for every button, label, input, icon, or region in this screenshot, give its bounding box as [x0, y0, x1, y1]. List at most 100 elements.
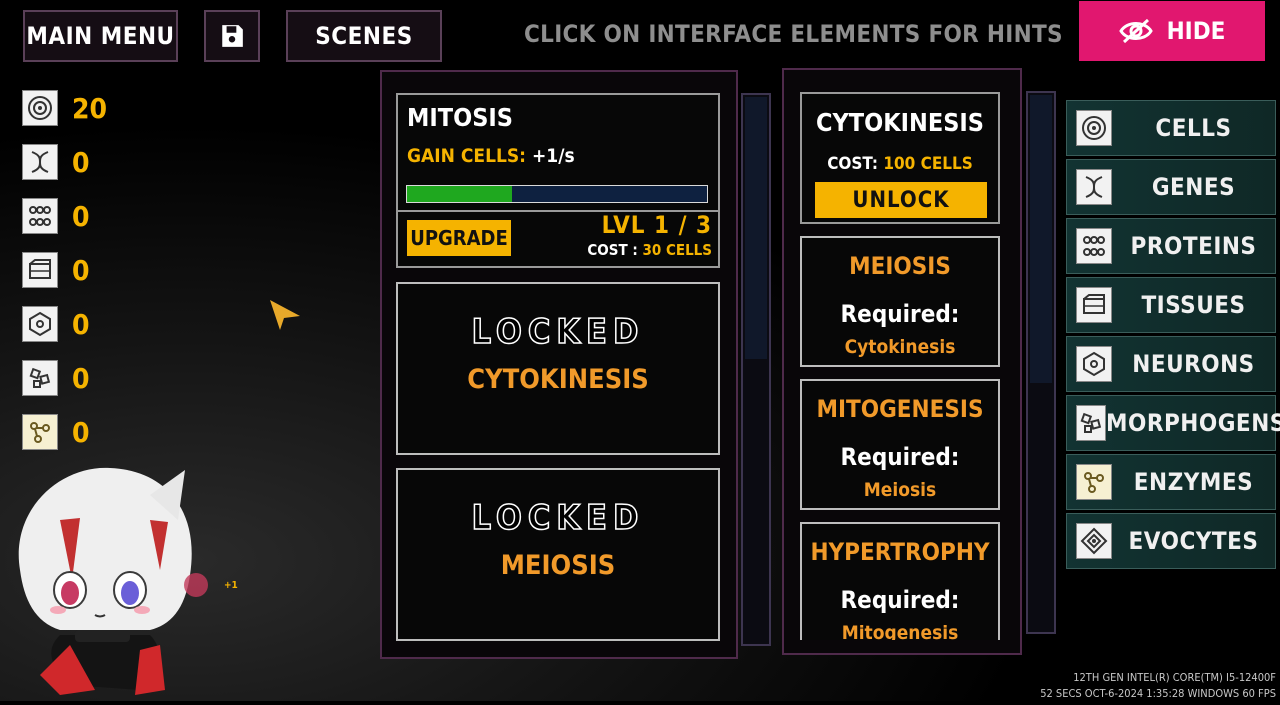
resource-value: 20 [72, 91, 108, 125]
category-cells[interactable]: CELLS [1066, 100, 1276, 156]
morphogen-icon [1076, 405, 1106, 441]
category-label: EVOCYTES [1128, 527, 1259, 555]
resource-proteins[interactable]: 0 [22, 197, 162, 235]
morphogen-icon [22, 360, 58, 396]
scroll-thumb[interactable] [745, 97, 767, 359]
unlocks-panel: CYTOKINESIS COST: 100 CELLS UNLOCK MEIOS… [782, 68, 1022, 655]
mitosis-card: MITOSIS GAIN CELLS: +1/s UPGRADE LVL 1 /… [396, 93, 720, 268]
dna-icon [22, 144, 58, 180]
protein-icon [1076, 228, 1112, 264]
unlock-card-meiosis[interactable]: MEIOSIS Required: Cytokinesis [800, 236, 1000, 367]
category-label: TISSUES [1141, 291, 1246, 319]
resource-morphogens[interactable]: 0 [22, 359, 162, 397]
category-tissues[interactable]: TISSUES [1066, 277, 1276, 333]
neuron-icon [22, 306, 58, 342]
cytokinesis-title: CYTOKINESIS [816, 108, 984, 137]
unlock-card-mitogenesis[interactable]: MITOGENESIS Required: Meiosis [800, 379, 1000, 510]
enzyme-icon [1076, 464, 1112, 500]
main-menu-button[interactable]: MAIN MENU [23, 10, 178, 62]
gain-value: +1/s [531, 145, 575, 167]
main-menu-label: MAIN MENU [26, 22, 175, 50]
locked-card-meiosis[interactable]: LOCKED MEIOSIS [396, 468, 720, 641]
category-label: MORPHOGENS [1106, 409, 1280, 437]
system-stats: 52 SECS OCT-6-2024 1:35:28 WINDOWS 60 FP… [1040, 687, 1276, 700]
upgrade-label: UPGRADE [410, 226, 508, 250]
resource-value: 0 [72, 307, 90, 341]
category-label: ENZYMES [1133, 468, 1254, 496]
protein-icon [22, 198, 58, 234]
resource-genes[interactable]: 0 [22, 143, 162, 181]
unlock-label: UNLOCK [852, 187, 950, 213]
category-proteins[interactable]: PROTEINS [1066, 218, 1276, 274]
gain-text: GAIN CELLS: +1/s [407, 145, 575, 167]
scroll-thumb[interactable] [1030, 95, 1052, 383]
progress-bar [406, 185, 708, 203]
resource-tissues[interactable]: 0 [22, 251, 162, 289]
unlock-title: MITOGENESIS [816, 395, 984, 423]
upgrades-panel: MITOSIS GAIN CELLS: +1/s UPGRADE LVL 1 /… [380, 70, 738, 659]
category-label: CELLS [1155, 114, 1232, 142]
resource-cells[interactable]: 20 [22, 89, 162, 127]
cost-value: 30 CELLS [642, 241, 712, 259]
scenes-button[interactable]: SCENES [286, 10, 442, 62]
tissue-icon [22, 252, 58, 288]
system-cpu-info: 12TH GEN INTEL(R) CORE(TM) I5-12400F [1073, 671, 1276, 684]
tissue-icon [1076, 287, 1112, 323]
cell-icon [1076, 110, 1112, 146]
upgrade-button[interactable]: UPGRADE [407, 220, 511, 256]
neuron-icon [1076, 346, 1112, 382]
cost-text: COST : 30 CELLS [587, 241, 712, 259]
save-button[interactable] [204, 10, 260, 62]
unlock-title: MEIOSIS [849, 252, 951, 280]
resource-value: 0 [72, 199, 90, 233]
resource-value: 0 [72, 361, 90, 395]
category-genes[interactable]: GENES [1066, 159, 1276, 215]
resource-value: 0 [72, 415, 90, 449]
level-text: LVL 1 / 3 [601, 211, 712, 239]
locked-card-cytokinesis[interactable]: LOCKED CYTOKINESIS [396, 282, 720, 455]
unlock-card-hypertrophy[interactable]: HYPERTROPHY Required: Mitogenesis [800, 522, 1000, 640]
plus-one-popup: +1 [224, 580, 238, 591]
required-label: Required: [840, 443, 960, 471]
resource-enzymes[interactable]: 0 [22, 413, 162, 451]
cytokinesis-card: CYTOKINESIS COST: 100 CELLS UNLOCK [800, 92, 1000, 224]
cost-value: 100 CELLS [883, 154, 973, 174]
locked-label: LOCKED [471, 311, 645, 353]
cytokinesis-cost: COST: 100 CELLS [802, 154, 998, 174]
category-enzymes[interactable]: ENZYMES [1066, 454, 1276, 510]
locked-name: MEIOSIS [500, 550, 616, 581]
locked-name: CYTOKINESIS [467, 364, 649, 395]
enzyme-icon [22, 414, 58, 450]
locked-label: LOCKED [471, 497, 645, 539]
hide-button[interactable]: HIDE [1079, 1, 1265, 61]
eye-slash-icon [1118, 18, 1153, 44]
unlock-title: HYPERTROPHY [810, 538, 990, 566]
required-value: Cytokinesis [844, 336, 956, 358]
scenes-label: SCENES [315, 22, 413, 50]
cost-label: COST: [827, 154, 879, 174]
gain-label: GAIN CELLS: [407, 145, 527, 167]
required-value: Meiosis [863, 479, 937, 501]
dna-icon [1076, 169, 1112, 205]
category-label: GENES [1151, 173, 1236, 201]
resource-neurons[interactable]: 0 [22, 305, 162, 343]
category-evocytes[interactable]: EVOCYTES [1066, 513, 1276, 569]
resource-value: 0 [72, 253, 90, 287]
unlock-button[interactable]: UNLOCK [815, 182, 987, 218]
unlocks-scrollbar[interactable] [1026, 91, 1056, 634]
required-label: Required: [840, 586, 960, 614]
progress-fill [407, 186, 512, 202]
hide-label: HIDE [1166, 17, 1226, 45]
category-neurons[interactable]: NEURONS [1066, 336, 1276, 392]
required-value: Mitogenesis [841, 622, 959, 640]
floppy-disk-icon [222, 25, 243, 47]
mitosis-title: MITOSIS [407, 103, 513, 132]
evocyte-icon [1076, 523, 1112, 559]
category-morphogens[interactable]: MORPHOGENS [1066, 395, 1280, 451]
category-label: PROTEINS [1130, 232, 1257, 260]
category-label: NEURONS [1132, 350, 1255, 378]
upgrades-scrollbar[interactable] [741, 93, 771, 646]
required-label: Required: [840, 300, 960, 328]
cursor-arrow-icon [270, 300, 300, 330]
cost-label: COST : [587, 241, 638, 259]
